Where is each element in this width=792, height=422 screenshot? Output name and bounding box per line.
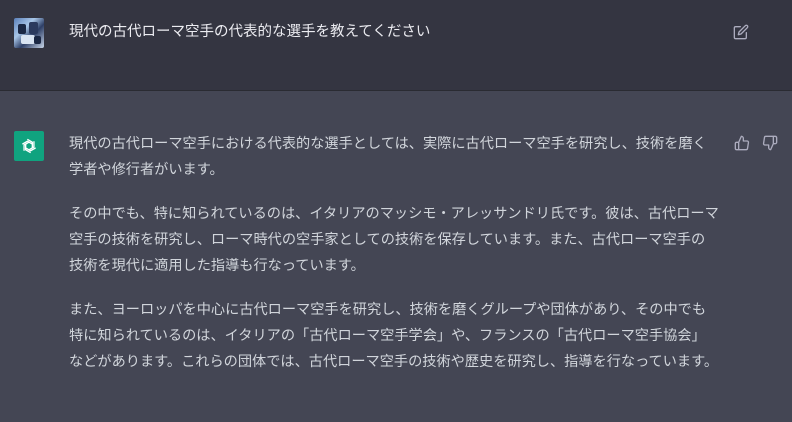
assistant-message-row: 現代の古代ローマ空手における代表的な選手としては、実際に古代ローマ空手を研究し、… [0,91,792,422]
answer-paragraph-3: また、ヨーロッパを中心に古代ローマ空手を研究し、技術を磨くグループや団体があり、… [69,302,719,370]
thumbs-up-button[interactable] [734,135,750,151]
thumbs-down-button[interactable] [762,135,778,151]
assistant-avatar [14,131,44,161]
thumbs-down-icon [762,135,778,151]
answer-paragraph-1: 現代の古代ローマ空手における代表的な選手としては、実際に古代ローマ空手を研究し、… [69,136,707,178]
answer-paragraph-2: その中でも、特に知られているのは、イタリアのマッシモ・アレッサンドリ氏です。彼は… [69,206,719,274]
edit-button[interactable] [733,24,749,40]
openai-logo-icon [22,138,36,154]
assistant-message-text: 現代の古代ローマ空手における代表的な選手としては、実際に古代ローマ空手を研究し、… [69,131,719,393]
user-message-row: 現代の古代ローマ空手の代表的な選手を教えてください [0,0,792,91]
edit-icon [733,24,749,40]
user-message-text: 現代の古代ローマ空手の代表的な選手を教えてください [69,24,431,40]
thumbs-up-icon [734,135,750,151]
user-avatar [14,18,44,48]
